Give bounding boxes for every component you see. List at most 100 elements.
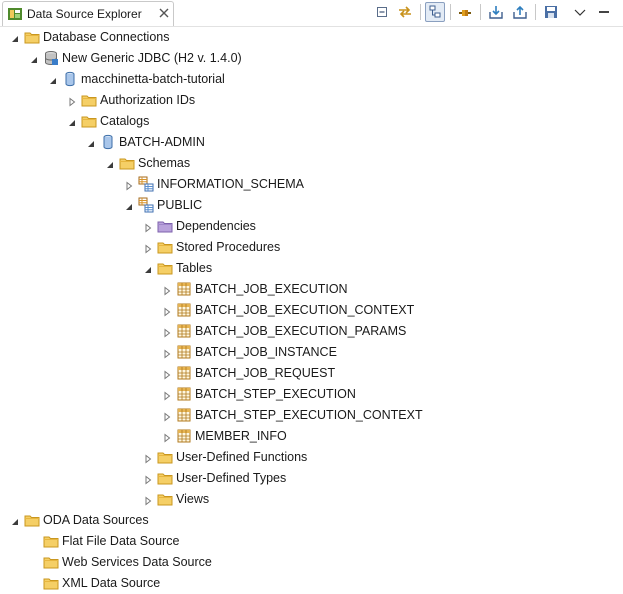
filter-button[interactable]	[425, 2, 445, 22]
folder-icon	[119, 155, 135, 171]
close-icon[interactable]	[158, 7, 170, 19]
expand-arrow-icon[interactable]	[143, 453, 153, 464]
tree-item-label: Flat File Data Source	[62, 534, 180, 548]
minimize-button[interactable]	[594, 2, 614, 22]
expand-arrow-icon[interactable]	[124, 180, 134, 191]
tree-item-label: BATCH_STEP_EXECUTION	[195, 387, 356, 401]
save-icon	[545, 6, 557, 18]
expand-arrow-icon[interactable]	[143, 243, 153, 254]
tree-item-label: XML Data Source	[62, 576, 161, 590]
collapse-arrow-icon[interactable]	[29, 54, 39, 64]
tree-item-label: New Generic JDBC (H2 v. 1.4.0)	[62, 51, 242, 65]
collapse-all-button[interactable]	[372, 2, 392, 22]
tree-item-label: macchinetta-batch-tutorial	[81, 72, 225, 86]
import-button[interactable]	[486, 2, 506, 22]
folder-icon	[157, 491, 173, 507]
tree-item-label: BATCH_JOB_EXECUTION	[195, 282, 348, 296]
import-icon	[489, 6, 503, 19]
tree-item-label: MEMBER_INFO	[195, 429, 287, 443]
folder-icon	[157, 470, 173, 486]
expand-arrow-icon[interactable]	[162, 411, 172, 422]
view-menu-icon	[574, 9, 586, 16]
tree-item-label: User-Defined Functions	[176, 450, 308, 464]
folder-icon	[81, 113, 97, 129]
export-button[interactable]	[510, 2, 530, 22]
folder-icon	[157, 449, 173, 465]
collapse-arrow-icon[interactable]	[10, 516, 20, 526]
data-source-explorer-icon	[8, 8, 22, 20]
save-button[interactable]	[541, 2, 561, 22]
tree-item-label: BATCH_JOB_EXECUTION_PARAMS	[195, 324, 407, 338]
tree-item-label: Tables	[176, 261, 213, 275]
expand-arrow-icon[interactable]	[162, 432, 172, 443]
data-source-tree[interactable]: Database Connections New Generic JDBC (H2…	[0, 27, 623, 593]
expand-arrow-icon[interactable]	[162, 390, 172, 401]
folder-icon	[24, 29, 40, 45]
folder-icon	[43, 533, 59, 549]
table-icon	[176, 386, 192, 402]
expand-arrow-icon[interactable]	[162, 369, 172, 380]
view-header: Data Source Explorer	[0, 0, 623, 27]
expand-arrow-icon[interactable]	[162, 306, 172, 317]
tree-item-label: Dependencies	[176, 219, 256, 233]
connect-icon	[459, 10, 471, 16]
filter-icon	[429, 5, 441, 18]
view-title: Data Source Explorer	[27, 7, 142, 21]
database-connection-icon	[43, 50, 59, 66]
tree-item-label: Schemas	[138, 156, 191, 170]
table-icon	[176, 365, 192, 381]
collapse-arrow-icon[interactable]	[67, 117, 77, 127]
expand-arrow-icon[interactable]	[143, 495, 153, 506]
database-icon	[62, 71, 78, 87]
expand-arrow-icon[interactable]	[143, 474, 153, 485]
schema-icon	[138, 176, 154, 192]
tree-item-label: BATCH_STEP_EXECUTION_CONTEXT	[195, 408, 423, 422]
expand-arrow-icon[interactable]	[162, 348, 172, 359]
tree-item-label: Database Connections	[43, 30, 170, 44]
expand-arrow-icon[interactable]	[162, 327, 172, 338]
collapse-arrow-icon[interactable]	[86, 138, 96, 148]
collapse-arrow-icon[interactable]	[124, 201, 134, 211]
tree-item-label: Web Services Data Source	[62, 555, 212, 569]
export-icon	[513, 5, 527, 19]
table-icon	[176, 344, 192, 360]
view-menu-button[interactable]	[570, 2, 590, 22]
link-with-editor-button[interactable]	[395, 2, 415, 22]
schema-icon	[138, 197, 154, 213]
tree-item-label: User-Defined Types	[176, 471, 287, 485]
folder-icon	[157, 260, 173, 276]
collapse-arrow-icon[interactable]	[10, 33, 20, 43]
folder-icon	[81, 92, 97, 108]
table-icon	[176, 407, 192, 423]
table-icon	[176, 428, 192, 444]
minimize-icon	[599, 11, 609, 13]
folder-icon	[43, 575, 59, 591]
table-icon	[176, 302, 192, 318]
tree-item-label: BATCH_JOB_INSTANCE	[195, 345, 337, 359]
table-icon	[176, 323, 192, 339]
tree-item-label: Authorization IDs	[100, 93, 196, 107]
tree-item-label: PUBLIC	[157, 198, 203, 212]
collapse-arrow-icon[interactable]	[48, 75, 58, 85]
tree-item-label: BATCH_JOB_EXECUTION_CONTEXT	[195, 303, 415, 317]
tree-item-label: BATCH_JOB_REQUEST	[195, 366, 336, 380]
tree-item-label: Catalogs	[100, 114, 150, 128]
collapse-arrow-icon[interactable]	[143, 264, 153, 274]
database-icon	[100, 134, 116, 150]
tree-item-label: Stored Procedures	[176, 240, 281, 254]
table-icon	[176, 281, 192, 297]
folder-icon	[24, 512, 40, 528]
tree-item-label: INFORMATION_SCHEMA	[157, 177, 304, 191]
expand-arrow-icon[interactable]	[162, 285, 172, 296]
data-source-explorer-tab[interactable]: Data Source Explorer	[2, 1, 174, 26]
connect-button[interactable]	[455, 2, 475, 22]
collapse-arrow-icon[interactable]	[105, 159, 115, 169]
folder-icon	[43, 554, 59, 570]
folder-purple-icon	[157, 218, 173, 234]
expand-arrow-icon[interactable]	[67, 96, 77, 107]
expand-arrow-icon[interactable]	[143, 222, 153, 233]
link-with-editor-icon	[399, 6, 411, 18]
tree-item-label: Views	[176, 492, 210, 506]
